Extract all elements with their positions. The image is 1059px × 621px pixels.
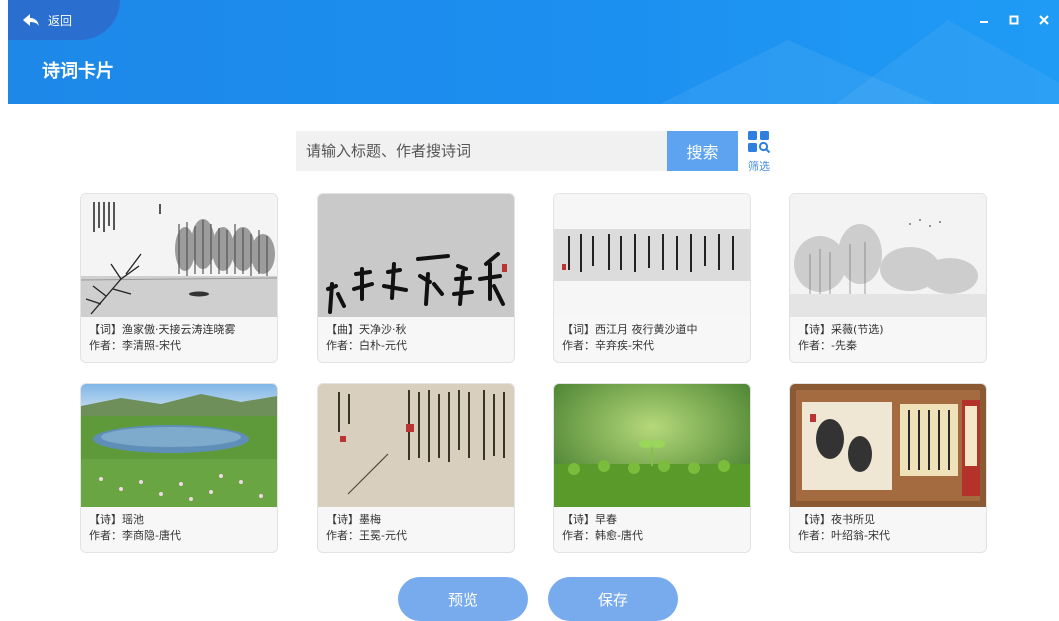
title-bar: 返回 诗词卡片: [8, 0, 1059, 104]
card-title: 【词】西江月 夜行黄沙道中: [562, 323, 698, 336]
back-label: 返回: [48, 13, 73, 28]
card-author: 作者：白朴-元代: [326, 339, 407, 352]
search-button[interactable]: 搜索: [667, 131, 738, 171]
card-image: [318, 194, 514, 317]
page-title: 诗词卡片: [42, 61, 114, 82]
card-author: 作者：韩愈-唐代: [562, 529, 643, 542]
close-button[interactable]: [1029, 5, 1059, 35]
back-arrow-icon: [23, 14, 39, 26]
card-image: [81, 194, 277, 317]
card-title: 【词】渔家傲·天接云涛连晓雾: [89, 323, 236, 336]
filter-button[interactable]: 筛选: [744, 131, 774, 173]
card-author: 作者：-先秦: [798, 339, 857, 352]
card-image: [790, 384, 986, 507]
poem-card[interactable]: 【诗】瑶池 作者：李商隐-唐代: [80, 383, 278, 553]
maximize-button[interactable]: [999, 5, 1029, 35]
card-author: 作者：叶绍翁-宋代: [798, 529, 890, 542]
maximize-icon: [1009, 15, 1019, 25]
poem-card[interactable]: 【诗】墨梅 作者：王冕-元代: [317, 383, 515, 553]
card-title: 【诗】早春: [562, 513, 617, 526]
card-author: 作者：辛弃疾-宋代: [562, 339, 654, 352]
card-image: [318, 384, 514, 507]
card-title: 【诗】夜书所见: [798, 513, 875, 526]
minimize-button[interactable]: [969, 5, 999, 35]
card-author: 作者：李商隐-唐代: [89, 529, 181, 542]
poem-card[interactable]: 【词】渔家傲·天接云涛连晓雾 作者：李清照-宋代: [80, 193, 278, 363]
filter-grid-icon: [748, 131, 771, 154]
card-title: 【诗】采薇(节选): [798, 323, 884, 336]
poem-card[interactable]: 【词】西江月 夜行黄沙道中 作者：辛弃疾-宋代: [553, 193, 751, 363]
card-author: 作者：李清照-宋代: [89, 339, 181, 352]
poem-card[interactable]: 【诗】夜书所见 作者：叶绍翁-宋代: [789, 383, 987, 553]
poem-card[interactable]: 【曲】天净沙·秋 作者：白朴-元代: [317, 193, 515, 363]
poem-card[interactable]: 【诗】采薇(节选) 作者：-先秦: [789, 193, 987, 363]
card-title: 【诗】墨梅: [326, 513, 381, 526]
card-image: [554, 194, 750, 317]
card-image: [554, 384, 750, 507]
card-author: 作者：王冕-元代: [326, 529, 407, 542]
back-button[interactable]: 返回: [8, 0, 120, 40]
preview-button[interactable]: 预览: [398, 577, 528, 621]
search-bar: 搜索: [296, 131, 738, 171]
filter-label: 筛选: [748, 160, 770, 173]
minimize-icon: [980, 21, 988, 23]
save-button[interactable]: 保存: [548, 577, 678, 621]
close-icon: [1039, 15, 1049, 25]
card-title: 【曲】天净沙·秋: [326, 323, 407, 336]
card-title: 【诗】瑶池: [89, 513, 144, 526]
poem-card[interactable]: 【诗】早春 作者：韩愈-唐代: [553, 383, 751, 553]
window-controls: [969, 0, 1059, 40]
card-image: [81, 384, 277, 507]
search-input[interactable]: [296, 131, 667, 171]
card-image: [790, 194, 986, 317]
